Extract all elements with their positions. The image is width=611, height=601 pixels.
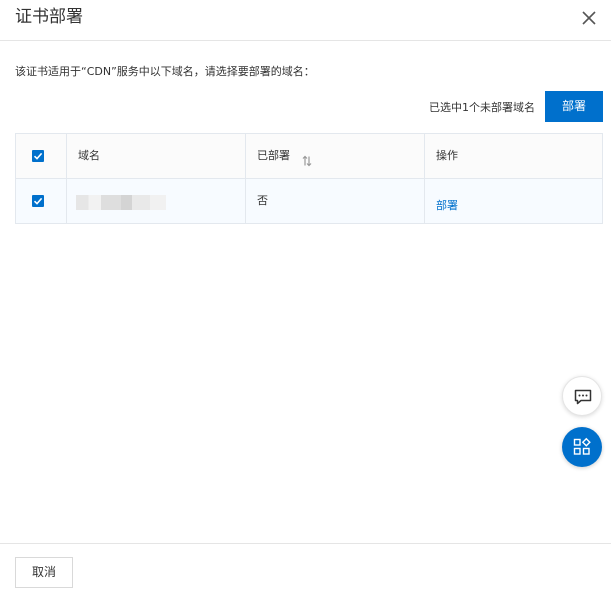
description-text: 该证书适用于“CDN”服务中以下域名，请选择要部署的域名：	[15, 65, 315, 78]
table-row: 否 部署	[16, 179, 602, 223]
column-header-domain: 域名	[78, 149, 100, 162]
apps-button[interactable]	[562, 427, 602, 467]
check-icon	[33, 197, 43, 205]
dialog-title: 证书部署	[15, 7, 83, 27]
column-divider	[424, 134, 425, 223]
check-icon	[33, 152, 43, 160]
column-divider	[245, 134, 246, 223]
cancel-button[interactable]: 取消	[15, 557, 73, 588]
apps-icon	[573, 437, 591, 455]
deploy-button[interactable]: 部署	[545, 91, 603, 122]
chat-icon	[574, 389, 592, 405]
deployed-status: 否	[257, 194, 268, 207]
column-divider	[66, 134, 67, 223]
table-header: 域名 已部署 操作	[16, 134, 602, 179]
selected-count-text: 已选中1个未部署域名	[429, 101, 535, 114]
column-header-deployed: 已部署	[257, 149, 290, 162]
dialog-header: 证书部署	[0, 0, 611, 41]
domain-table: 域名 已部署 操作 否 部署	[15, 133, 603, 224]
column-header-action: 操作	[436, 149, 458, 162]
sort-icon[interactable]	[302, 152, 312, 167]
cert-deploy-dialog: 证书部署 该证书适用于“CDN”服务中以下域名，请选择要部署的域名： 已选中1个…	[0, 0, 611, 601]
chat-button[interactable]	[562, 376, 602, 416]
dialog-footer: 取消	[0, 543, 611, 601]
close-icon[interactable]	[580, 9, 598, 27]
select-all-checkbox[interactable]	[32, 150, 44, 162]
row-checkbox[interactable]	[32, 195, 44, 207]
row-deploy-link[interactable]: 部署	[436, 198, 458, 214]
redacted-domain	[76, 195, 166, 210]
